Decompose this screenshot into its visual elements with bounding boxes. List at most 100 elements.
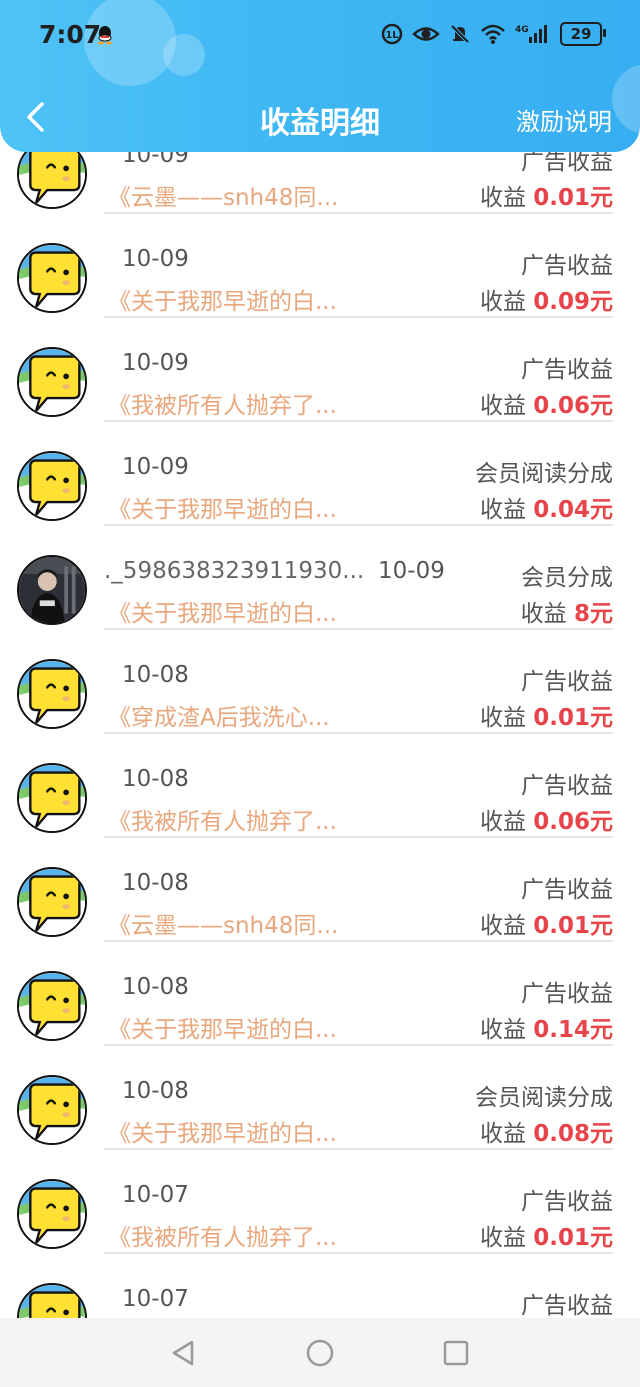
earning-amount-line: 收益 0.14元 (480, 1010, 613, 1044)
entry-date: 10-09 (378, 558, 445, 584)
avatar (17, 555, 87, 625)
book-title[interactable]: 《云墨——snh48同... (108, 178, 338, 212)
earning-label: 收益 (479, 809, 534, 835)
earning-type: 广告收益 (521, 877, 613, 903)
row-divider (104, 836, 613, 838)
earning-type: 广告收益 (521, 773, 613, 799)
data-saver-icon: 1L (381, 23, 403, 45)
earnings-row[interactable]: 10-08 广告收益《我被所有人抛弃了... 收益 0.06元 (0, 746, 640, 850)
earning-amount-line: 收益 0.06元 (480, 386, 613, 420)
chat-bubble-icon (19, 973, 85, 1039)
book-title[interactable]: 《我被所有人抛弃了... (108, 1218, 337, 1252)
earning-type: 广告收益 (521, 357, 613, 383)
earning-amount-line: 收益 0.08元 (480, 1114, 613, 1148)
reader-name: ._598638323911930... (104, 558, 365, 584)
book-title[interactable]: 《穿成渣A后我洗心... (108, 698, 330, 732)
earning-label: 收益 (479, 1121, 534, 1147)
status-icons: 1L 4G 29 (381, 22, 606, 46)
book-title[interactable]: 《关于我那早逝的白... (108, 594, 337, 628)
earning-amount-line: 收益 8元 (521, 594, 613, 628)
mute-bell-icon (450, 24, 470, 44)
earning-amount-line: 收益 0.06元 (480, 802, 613, 836)
home-circle-icon[interactable] (305, 1338, 335, 1368)
row-divider (104, 316, 613, 318)
entry-date: 10-07 (122, 1286, 189, 1312)
earnings-row[interactable]: 10-09 会员阅读分成《关于我那早逝的白... 收益 0.04元 (0, 434, 640, 538)
earning-type: 会员阅读分成 (475, 1085, 613, 1111)
earnings-row[interactable]: 10-09 广告收益《我被所有人抛弃了... 收益 0.06元 (0, 330, 640, 434)
earnings-row[interactable]: 10-08 广告收益 《穿成渣A后我洗心... 收益 0.01元 (0, 642, 640, 746)
earning-amount: 0.06元 (533, 393, 613, 419)
qq-icon (98, 26, 112, 45)
earnings-row[interactable]: 10-08 广告收益 《关于我那早逝的白... 收益 0.14元 (0, 954, 640, 1058)
earning-amount: 0.09元 (533, 289, 613, 315)
chat-bubble-icon (19, 1077, 85, 1143)
entry-date: 10-09 (122, 350, 189, 376)
row-divider (104, 940, 613, 942)
earning-amount-line: 收益 0.01元 (480, 178, 613, 212)
earning-amount: 0.01元 (533, 913, 613, 939)
entry-date: 10-07 (122, 1182, 189, 1208)
app-header: 7:07 1L 4G 29 收益明细 激励说明 (0, 0, 640, 152)
book-title[interactable]: 《关于我那早逝的白... (108, 1114, 337, 1148)
avatar (17, 451, 87, 521)
avatar (17, 763, 87, 833)
row-divider (104, 1148, 613, 1150)
earning-type: 广告收益 (521, 1189, 613, 1215)
book-title[interactable]: 《关于我那早逝的白... (108, 282, 337, 316)
earnings-row[interactable]: 10-07 广告收益 (0, 1266, 640, 1318)
signal-icon: 4G (515, 25, 547, 43)
row-divider (104, 212, 613, 214)
avatar (17, 1283, 87, 1318)
earning-amount-line: 收益 0.04元 (480, 490, 613, 524)
earning-type: 广告收益 (521, 981, 613, 1007)
earning-amount: 0.01元 (533, 185, 613, 211)
earning-amount-line: 收益 0.01元 (480, 906, 613, 940)
row-divider (104, 524, 613, 526)
entry-date: 10-08 (122, 870, 189, 896)
earning-amount: 0.14元 (533, 1017, 613, 1043)
entry-date: 10-09 (122, 454, 189, 480)
earning-type: 广告收益 (521, 253, 613, 279)
eye-icon (412, 27, 440, 41)
earnings-row[interactable]: 10-08 会员阅读分成《关于我那早逝的白... 收益 0.08元 (0, 1058, 640, 1162)
earnings-row[interactable]: ._598638323911930... 10-09 会员分成 《关于我那早逝的白..… (0, 538, 640, 642)
earning-label: 收益 (479, 393, 534, 419)
incentive-info-link[interactable]: 激励说明 (516, 102, 612, 137)
row-divider (104, 732, 613, 734)
row-divider (104, 1044, 613, 1046)
chat-bubble-icon (19, 1285, 85, 1318)
chat-bubble-icon (19, 1181, 85, 1247)
chat-bubble-icon (19, 765, 85, 831)
chat-bubble-icon (19, 349, 85, 415)
book-title[interactable]: 《我被所有人抛弃了... (108, 802, 337, 836)
earnings-row[interactable]: 10-07 广告收益《我被所有人抛弃了... 收益 0.01元 (0, 1162, 640, 1266)
chat-bubble-icon (19, 869, 85, 935)
entry-date: 10-08 (122, 1078, 189, 1104)
earning-amount: 0.01元 (533, 1225, 613, 1251)
earnings-row[interactable]: 10-09 广告收益 《关于我那早逝的白... 收益 0.09元 (0, 226, 640, 330)
back-triangle-icon[interactable] (168, 1338, 198, 1368)
earning-label: 收益 (479, 705, 534, 731)
row-divider (104, 628, 613, 630)
avatar (17, 243, 87, 313)
book-title[interactable]: 《关于我那早逝的白... (108, 1010, 337, 1044)
earning-amount: 0.06元 (533, 809, 613, 835)
network-label: 4G (515, 25, 529, 35)
earning-amount: 0.08元 (533, 1121, 613, 1147)
book-title[interactable]: 《云墨——snh48同... (108, 906, 338, 940)
chat-bubble-icon (19, 245, 85, 311)
earning-type: 会员阅读分成 (475, 461, 613, 487)
status-time: 7:07 (39, 20, 102, 49)
book-title[interactable]: 《关于我那早逝的白... (108, 490, 337, 524)
entry-date: 10-08 (122, 662, 189, 688)
earnings-row[interactable]: 10-08 广告收益《云墨——snh48同... 收益 0.01元 (0, 850, 640, 954)
earnings-list[interactable]: 10-09 广告收益 《云墨——snh48同... 收益 0.01元 10-09 广告收益… (0, 0, 640, 1318)
avatar (17, 867, 87, 937)
book-title[interactable]: 《我被所有人抛弃了... (108, 386, 337, 420)
earning-label: 收益 (479, 913, 534, 939)
recents-square-icon[interactable] (441, 1338, 471, 1368)
earning-label: 收益 (479, 1225, 534, 1251)
entry-date: 10-08 (122, 766, 189, 792)
avatar (17, 659, 87, 729)
